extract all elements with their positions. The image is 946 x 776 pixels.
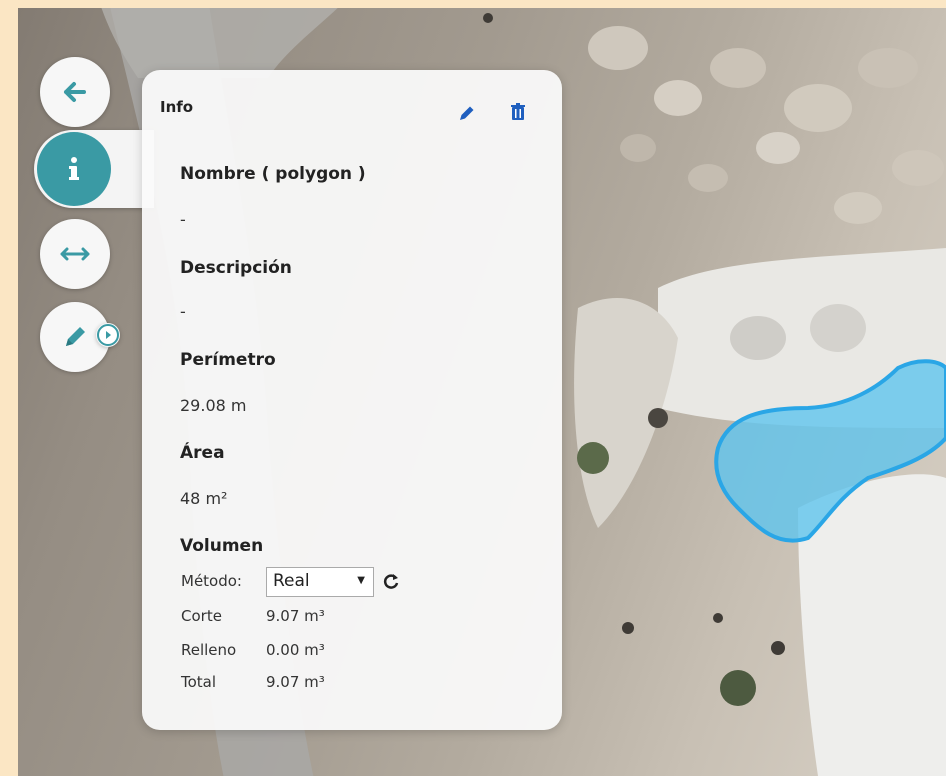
pencil-icon [66, 327, 85, 346]
description-value: - [180, 302, 186, 321]
cut-label: Corte [181, 607, 222, 625]
info-button[interactable] [37, 132, 111, 206]
description-label: Descripción [180, 258, 292, 278]
panel-title: Info [160, 98, 194, 116]
method-select-value: Real [273, 571, 310, 591]
chevron-down-icon: ▼ [357, 575, 365, 586]
delete-trash-icon[interactable] [508, 102, 528, 122]
perimeter-value: 29.08 m [180, 396, 247, 415]
total-row: Total 9.07 m³ [181, 673, 325, 691]
edit-pencil-icon[interactable] [457, 103, 477, 123]
cut-value: 9.07 m³ [266, 607, 325, 625]
measure-button[interactable] [40, 219, 110, 289]
volume-label: Volumen [180, 536, 264, 556]
expand-button[interactable] [96, 323, 120, 347]
fill-label: Relleno [181, 641, 237, 659]
horizontal-arrows-icon [60, 247, 90, 261]
cut-row: Corte 9.07 m³ [181, 607, 325, 625]
method-select[interactable]: Real ▼ [266, 567, 374, 597]
fill-row: Relleno 0.00 m³ [181, 641, 325, 659]
name-label: Nombre ( polygon ) [180, 164, 366, 184]
total-value: 9.07 m³ [266, 673, 325, 691]
name-value: - [180, 210, 186, 229]
fill-value: 0.00 m³ [266, 641, 325, 659]
arrow-left-icon [64, 82, 86, 102]
info-icon [69, 157, 79, 180]
refresh-icon[interactable] [381, 572, 401, 592]
perimeter-label: Perímetro [180, 350, 276, 370]
total-label: Total [181, 673, 217, 691]
area-label: Área [180, 443, 225, 463]
frame-left [0, 0, 18, 776]
play-circle-icon [97, 324, 119, 346]
area-value: 48 m² [180, 489, 228, 508]
method-label: Método: [181, 572, 242, 590]
frame-top [0, 0, 946, 8]
back-button[interactable] [40, 57, 110, 127]
